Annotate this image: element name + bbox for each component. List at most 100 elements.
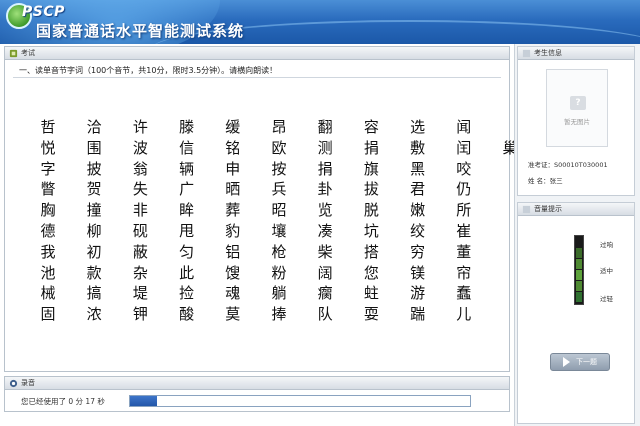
volume-panel: 音量提示 过响 适中 过轻 下一题 <box>517 202 635 424</box>
syllable-character: 所 <box>456 201 472 220</box>
syllable-character: 容 <box>363 118 379 136</box>
elapsed-time: 您已经使用了 0 分 17 秒 <box>21 397 105 406</box>
syllable-character: 固 <box>40 305 56 324</box>
syllable-character: 晒 <box>225 180 241 199</box>
syllable-character: 滕 <box>179 118 195 136</box>
candidate-name: 姓 名：张三 <box>528 177 563 185</box>
recording-panel: 录音 您已经使用了 0 分 17 秒 <box>4 376 510 412</box>
syllable-character: 胸 <box>40 201 56 220</box>
recording-progress-fill <box>130 396 158 406</box>
syllable-character: 许 <box>132 118 148 136</box>
meter-segment <box>576 237 582 247</box>
syllable-character: 敷 <box>410 138 426 157</box>
syllable-character: 搞 <box>86 284 102 303</box>
recording-progress-bar <box>129 395 471 407</box>
record-icon <box>9 379 18 387</box>
syllable-character: 拔 <box>363 180 379 199</box>
syllable-character: 蔽 <box>132 242 148 261</box>
syllable-character: 瘸 <box>317 284 333 303</box>
syllable-character: 捡 <box>179 284 195 303</box>
next-question-button[interactable]: 下一题 <box>550 353 610 371</box>
syllable-character: 魂 <box>225 284 241 303</box>
volume-label: 音量提示 <box>534 205 562 213</box>
syllable-character: 眸 <box>179 201 195 220</box>
candidate-info-label: 考生信息 <box>534 49 562 57</box>
syllable-character: 昭 <box>271 201 287 220</box>
syllable-character: 阔 <box>317 263 333 282</box>
syllable-character: 穷 <box>410 242 426 261</box>
syllable-character: 波 <box>132 138 148 157</box>
syllable-character: 砚 <box>132 222 148 240</box>
syllable-character: 匀 <box>179 242 195 261</box>
syllable-character: 选 <box>410 118 426 136</box>
syllable-character: 闻 <box>456 118 472 136</box>
meter-segment <box>576 259 582 269</box>
syllable-character: 非 <box>132 201 148 220</box>
syllable-character: 崔 <box>456 222 472 240</box>
syllable-character: 初 <box>86 242 102 261</box>
syllable-character: 甩 <box>179 222 195 240</box>
syllable-character: 酸 <box>179 305 195 324</box>
arrow-right-icon <box>563 357 570 367</box>
syllable-character: 辆 <box>179 159 195 178</box>
app-title: 国家普通话水平智能测试系统 <box>36 22 245 40</box>
exam-panel: 考试 一、读单音节字词（100个音节，共10分，限时3.5分钟）。请横向朗读！ … <box>4 46 518 372</box>
syllable-character: 旗 <box>363 159 379 178</box>
syllable-character: 镁 <box>410 263 426 282</box>
exam-icon <box>9 49 18 57</box>
syllable-character: 堤 <box>132 284 148 303</box>
syllable-character: 搭 <box>363 242 379 261</box>
syllable-character: 按 <box>271 159 287 178</box>
syllable-character: 卦 <box>317 180 333 199</box>
right-sidebar: 考生信息 ? 暂无图片 准考证：S00010T030001 姓 名：张三 音量提… <box>514 44 640 426</box>
syllable-character: 葬 <box>225 201 241 220</box>
recording-panel-header: 录音 <box>5 377 509 390</box>
syllable-character: 壤 <box>271 222 287 240</box>
volume-icon <box>522 205 531 213</box>
syllable-character: 贺 <box>86 180 102 199</box>
syllable-character: 杂 <box>132 263 148 282</box>
syllable-character: 翁 <box>132 159 148 178</box>
syllable-character: 绞 <box>410 222 426 240</box>
volume-panel-header: 音量提示 <box>518 203 634 216</box>
next-question-label: 下一题 <box>576 358 597 366</box>
syllable-character: 铝 <box>225 242 241 261</box>
syllable-character: 柴 <box>317 242 333 261</box>
syllable-character: 广 <box>179 180 195 199</box>
syllable-character: 披 <box>86 159 102 178</box>
photo-placeholder-text: 暂无图片 <box>564 118 590 126</box>
image-placeholder-icon: ? <box>570 96 586 110</box>
ticket-number: 准考证：S00010T030001 <box>528 161 608 169</box>
syllable-character: 申 <box>225 159 241 178</box>
syllable-character: 兵 <box>271 180 287 199</box>
logo-text: PSCP <box>22 4 65 20</box>
syllable-character: 撞 <box>86 201 102 220</box>
syllable-character: 失 <box>132 180 148 199</box>
syllable-character: 闰 <box>456 138 472 157</box>
syllable-character: 躺 <box>271 284 287 303</box>
syllable-character: 枪 <box>271 242 287 261</box>
syllable-character: 豹 <box>225 222 241 240</box>
candidate-info-panel: 考生信息 ? 暂无图片 准考证：S00010T030001 姓 名：张三 <box>517 46 635 196</box>
syllable-character: 钾 <box>132 305 148 324</box>
syllable-character: 昂 <box>271 118 287 136</box>
syllable-character: 黑 <box>410 159 426 178</box>
syllable-character: 测 <box>317 138 333 157</box>
syllable-character: 蛀 <box>363 284 379 303</box>
syllable-character: 款 <box>86 263 102 282</box>
syllable-character: 脱 <box>363 201 379 220</box>
syllable-character: 械 <box>40 284 56 303</box>
syllable-character: 翻 <box>317 118 333 136</box>
syllable-character: 馊 <box>225 263 241 282</box>
syllable-character: 此 <box>179 263 195 282</box>
syllable-character: 字 <box>40 159 56 178</box>
syllable-character: 洽 <box>86 118 102 136</box>
syllable-character: 帘 <box>456 263 472 282</box>
meter-segment <box>576 292 582 302</box>
meter-segment <box>576 281 582 291</box>
syllable-character: 缓 <box>225 118 241 136</box>
syllable-character: 瞥 <box>40 180 56 199</box>
syllable-character: 捐 <box>363 138 379 157</box>
syllable-character: 莫 <box>225 305 241 324</box>
syllable-character: 粉 <box>271 263 287 282</box>
